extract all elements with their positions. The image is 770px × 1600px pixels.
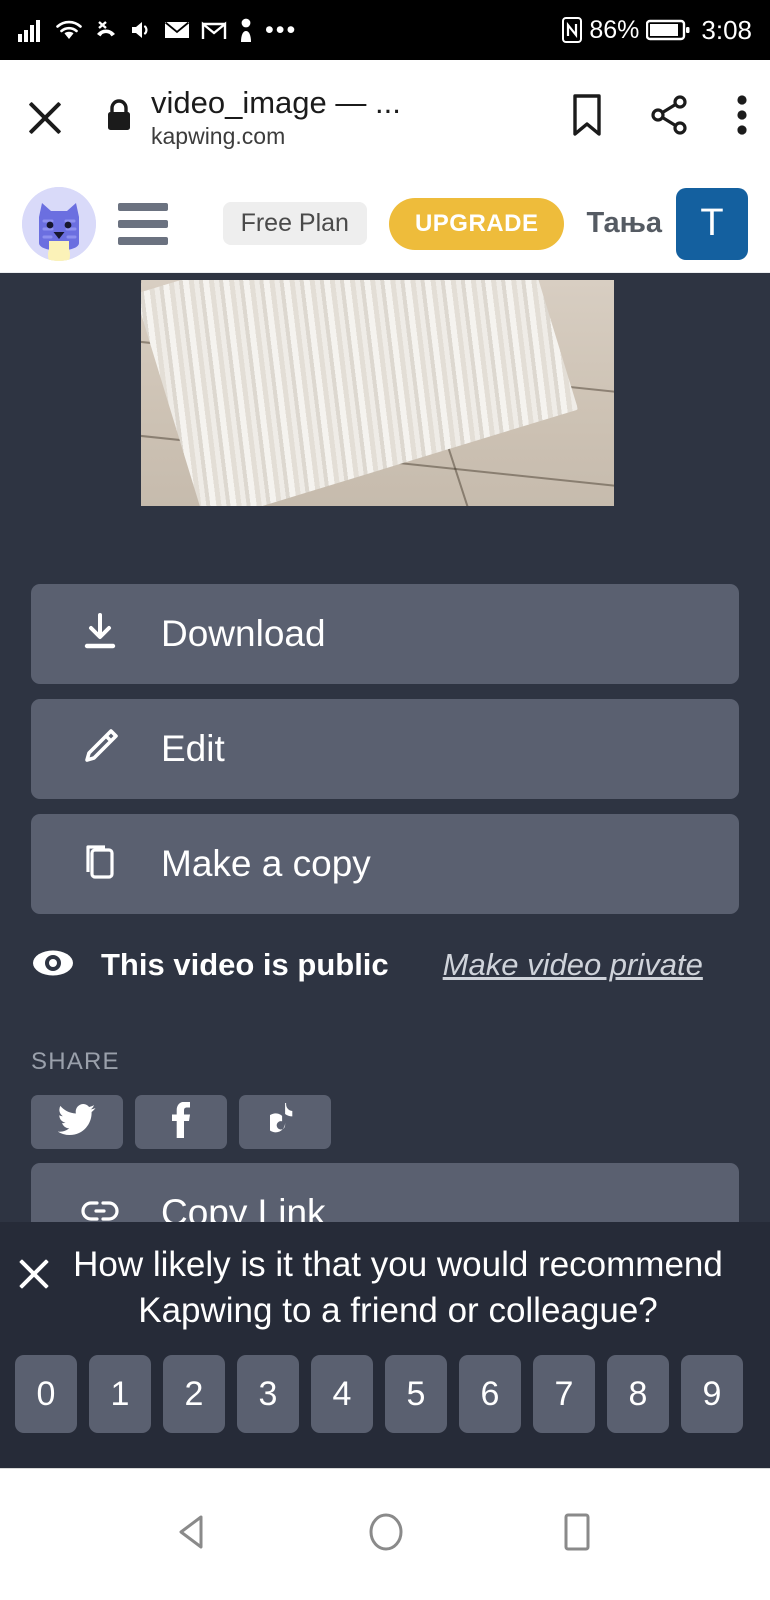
custom-tab-actions [570,93,748,142]
share-twitter-button[interactable] [31,1095,123,1149]
page-title: video_image — ... [151,84,401,120]
bookmark-icon[interactable] [570,93,604,142]
username-label: Тања [586,207,662,239]
share-buttons-row [31,1095,331,1149]
person-icon [238,18,254,42]
twitter-icon [57,1103,96,1141]
download-button[interactable]: Download [31,584,739,684]
recents-square-icon[interactable] [557,1509,597,1560]
upgrade-button[interactable]: UPGRADE [388,197,565,250]
copy-icon [81,842,119,887]
close-icon[interactable] [22,95,68,141]
share-tiktok-button[interactable] [239,1095,331,1149]
survey-score-8[interactable]: 8 [607,1355,669,1433]
custom-tab-toolbar: video_image — ... kapwing.com [0,60,770,175]
visibility-status-label: This video is public [101,947,389,982]
share-facebook-button[interactable] [135,1095,227,1149]
visibility-row: This video is public Make video private [31,941,739,989]
make-video-private-link[interactable]: Make video private [443,947,703,983]
plan-badge: Free Plan [222,202,367,245]
facebook-icon [171,1101,191,1143]
tiktok-icon [266,1102,300,1142]
make-a-copy-button[interactable]: Make a copy [31,814,739,914]
share-icon[interactable] [650,94,690,141]
survey-score-1[interactable]: 1 [89,1355,151,1433]
eye-icon [31,948,75,983]
lock-icon[interactable] [104,97,134,138]
phone-screen: ••• 86% 3:08 video_image — ... kapwing.c… [0,0,770,1600]
wifi-icon [55,18,83,42]
clock-label: 3:08 [701,14,752,45]
survey-score-7[interactable]: 7 [533,1355,595,1433]
overflow-menu-icon[interactable] [736,93,748,142]
edit-label: Edit [161,728,225,769]
android-status-bar: ••• 86% 3:08 [0,0,770,60]
survey-question: How likely is it that you would recommen… [73,1245,723,1330]
battery-percent-label: 86% [589,15,640,44]
hamburger-menu-icon[interactable] [118,202,168,245]
edit-button[interactable]: Edit [31,699,739,799]
more-icon: ••• [265,16,298,44]
mail-icon [164,19,190,41]
survey-score-6[interactable]: 6 [459,1355,521,1433]
nps-survey-overlay: How likely is it that you would recommen… [0,1222,770,1468]
pencil-icon [81,727,119,772]
signal-bars-icon [18,18,44,42]
survey-score-2[interactable]: 2 [163,1355,225,1433]
kapwing-app-header: Free Plan UPGRADE Тања T [0,175,770,273]
battery-icon [646,18,690,42]
survey-score-4[interactable]: 4 [311,1355,373,1433]
video-thumbnail[interactable] [141,280,614,506]
avatar[interactable]: T [676,187,748,260]
survey-score-scale: 0 1 2 3 4 5 6 7 8 9 [15,1355,743,1433]
download-label: Download [161,613,326,654]
custom-tab-titles: video_image — ... kapwing.com [151,85,556,151]
status-bar-right-icons: 86% 3:08 [562,15,752,46]
back-triangle-icon[interactable] [173,1511,215,1558]
home-circle-icon[interactable] [365,1509,407,1560]
make-a-copy-label: Make a copy [161,843,371,884]
share-section-label: SHARE [31,1048,120,1075]
nfc-icon [562,17,583,43]
survey-score-9[interactable]: 9 [681,1355,743,1433]
android-nav-bar [0,1468,770,1600]
gmail-icon [201,19,227,41]
page-url: kapwing.com [151,122,286,149]
missed-call-icon [94,18,118,42]
survey-score-0[interactable]: 0 [15,1355,77,1433]
kapwing-cat-logo[interactable] [22,186,96,261]
status-bar-left-icons: ••• [18,16,298,44]
volume-icon [129,18,153,42]
survey-score-5[interactable]: 5 [385,1355,447,1433]
survey-score-3[interactable]: 3 [237,1355,299,1433]
download-icon [81,612,119,657]
